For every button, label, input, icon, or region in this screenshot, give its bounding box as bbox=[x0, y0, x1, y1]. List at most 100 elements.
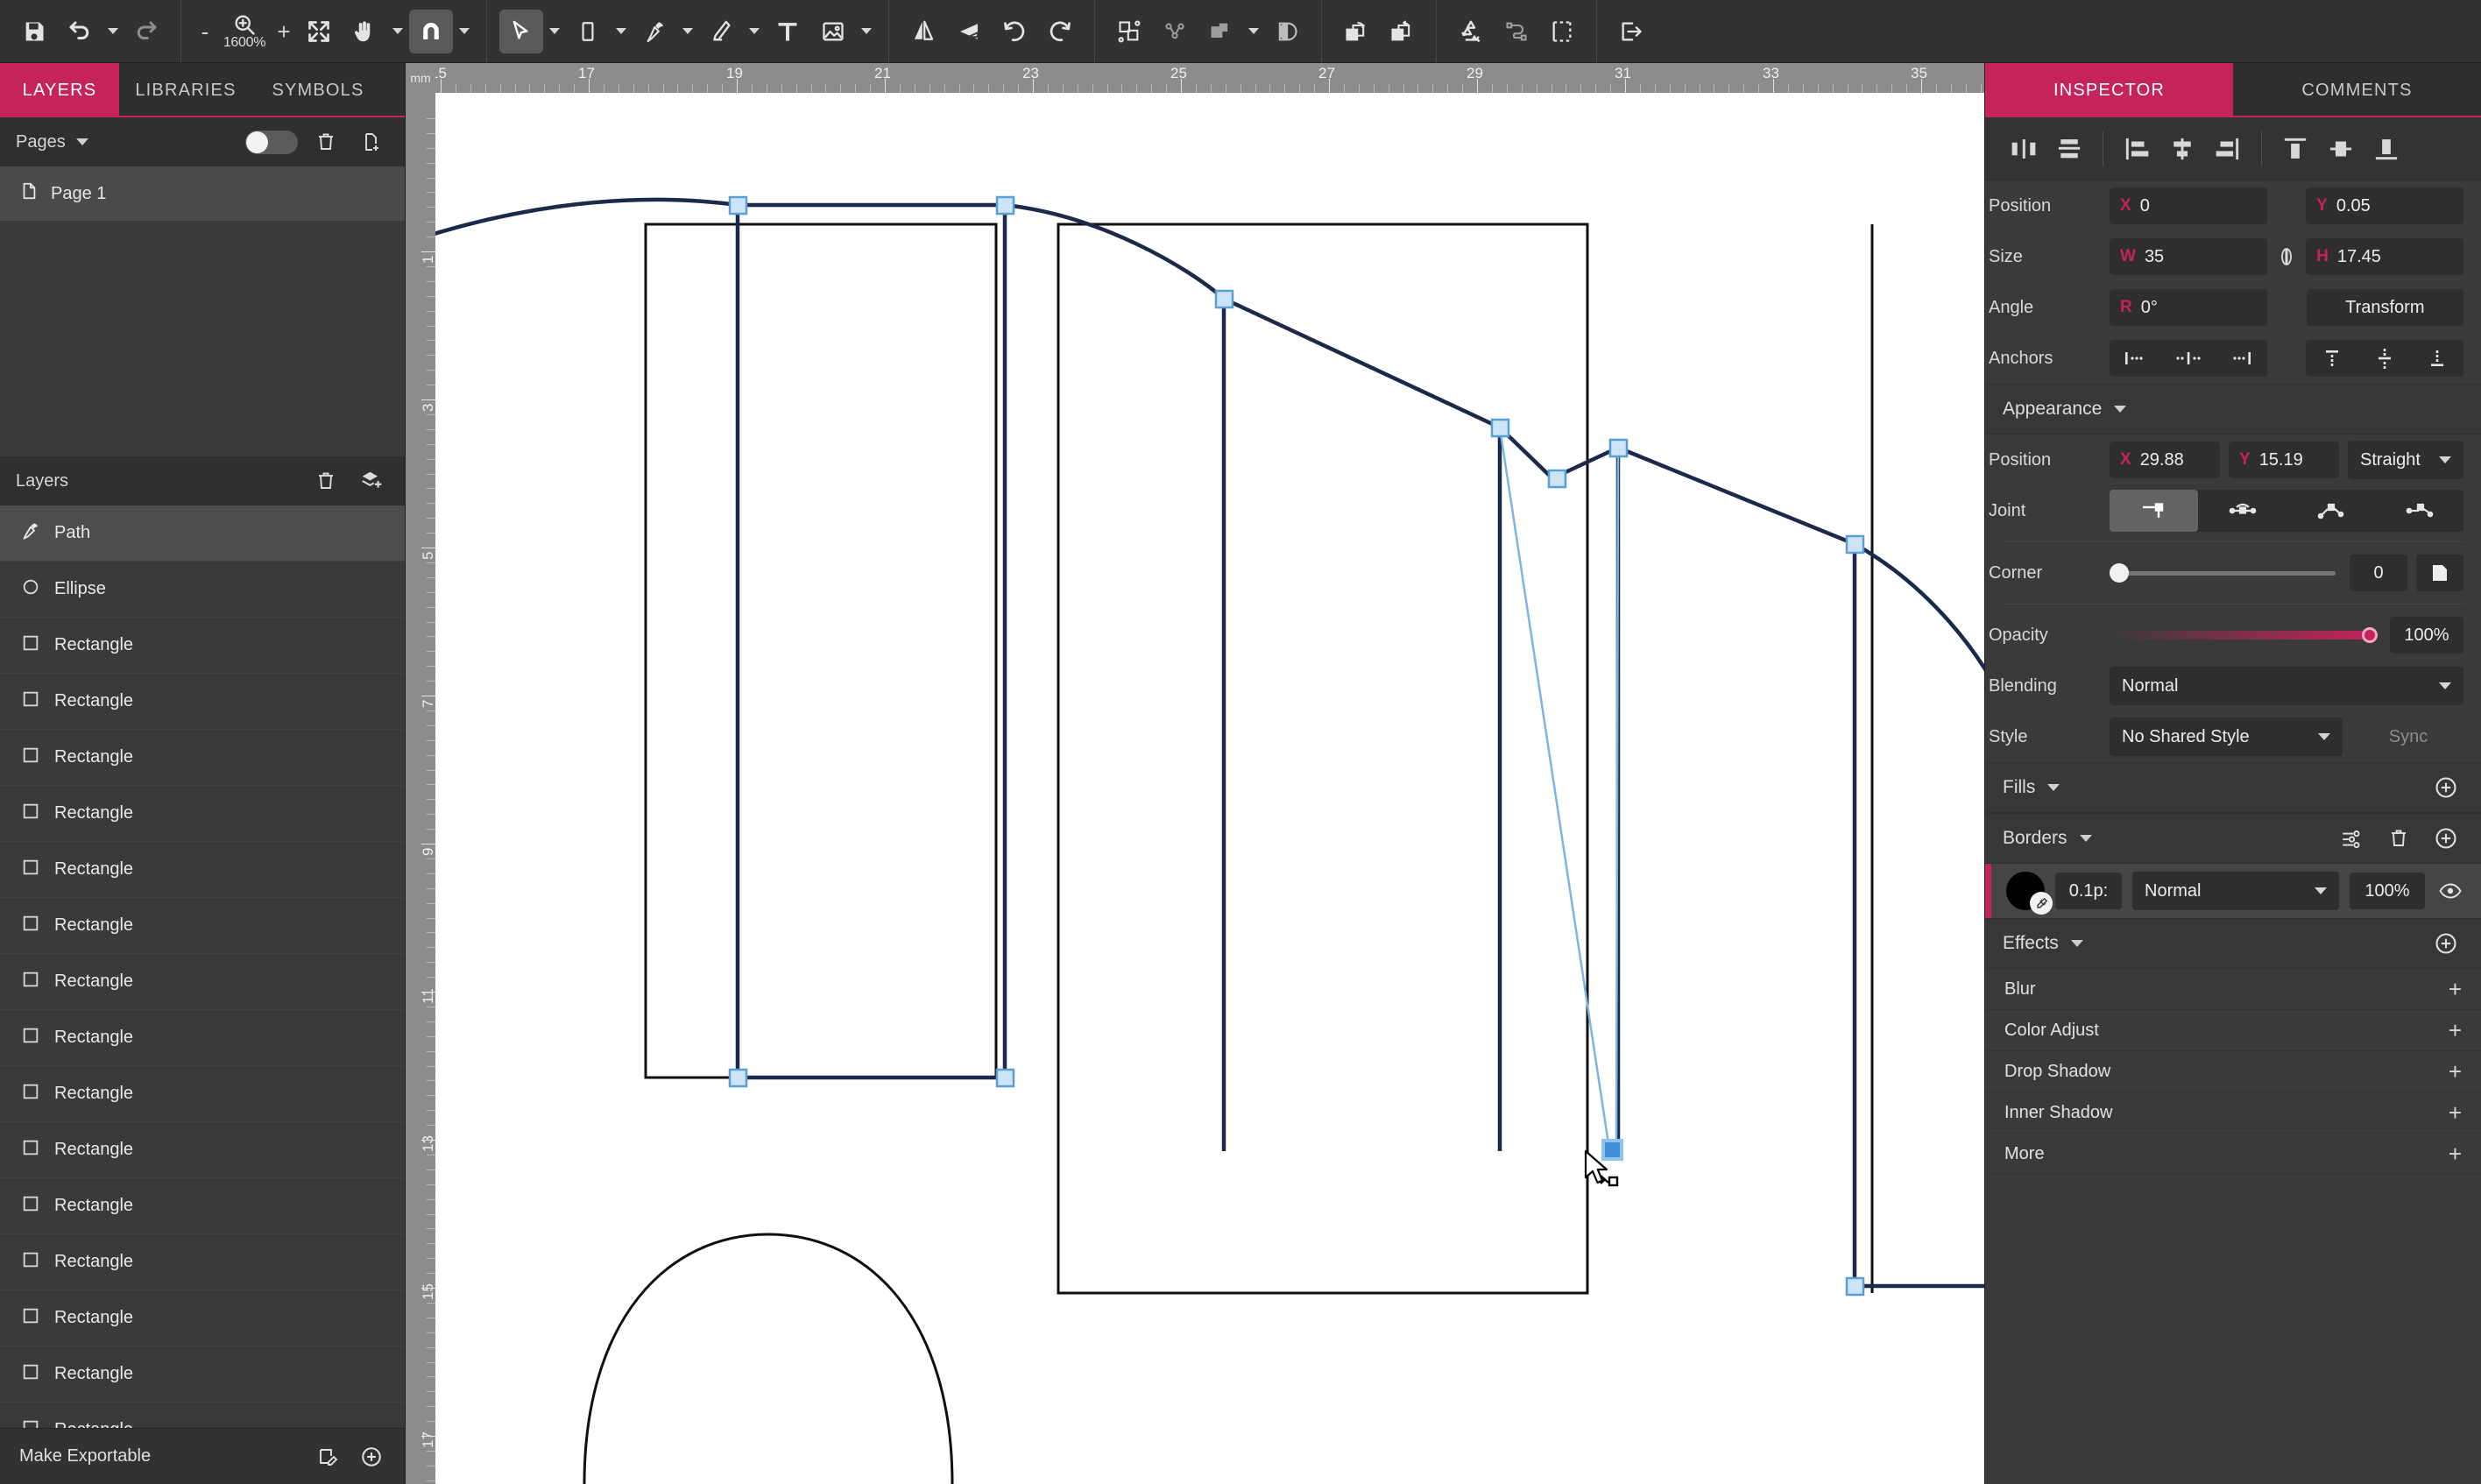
export-icon[interactable] bbox=[1609, 10, 1653, 53]
add-layer-icon[interactable] bbox=[354, 463, 389, 498]
tab-symbols[interactable]: SYMBOLS bbox=[252, 63, 384, 117]
add-page-icon[interactable] bbox=[354, 124, 389, 159]
opacity-value-input[interactable]: 100% bbox=[2390, 617, 2463, 654]
group-icon[interactable] bbox=[1107, 10, 1151, 53]
add-effect-icon[interactable] bbox=[2428, 926, 2463, 961]
align-right-icon[interactable] bbox=[2205, 126, 2251, 172]
anchor-right-icon[interactable] bbox=[2216, 340, 2267, 377]
point-y-input[interactable]: Y 15.19 bbox=[2229, 442, 2339, 478]
ruler-unit-label[interactable]: mm bbox=[406, 63, 435, 93]
artboard[interactable] bbox=[435, 93, 1984, 1484]
effects-chevron-down-icon[interactable] bbox=[2070, 940, 2083, 947]
rectangle-tool-icon[interactable] bbox=[566, 10, 610, 53]
effect-row-more[interactable]: More + bbox=[1985, 1134, 2481, 1175]
snapping-magnet-icon[interactable] bbox=[409, 9, 453, 53]
vectorize-path-icon[interactable] bbox=[1495, 10, 1538, 53]
save-icon[interactable] bbox=[12, 10, 56, 53]
joint-straight-icon[interactable] bbox=[2110, 490, 2198, 532]
opacity-slider-knob[interactable] bbox=[2362, 627, 2378, 643]
blending-dropdown[interactable]: Normal bbox=[2110, 667, 2463, 705]
anchor-point[interactable] bbox=[728, 195, 748, 216]
layer-row-path[interactable]: Path bbox=[0, 505, 405, 562]
joint-asymmetric-icon[interactable] bbox=[2375, 490, 2463, 532]
effect-row-drop-shadow[interactable]: Drop Shadow + bbox=[1985, 1051, 2481, 1092]
union-shapes-icon[interactable] bbox=[1449, 10, 1493, 53]
anchor-vertical-center-icon[interactable] bbox=[2358, 340, 2411, 377]
layer-row-rectangle[interactable]: Rectangle bbox=[0, 1122, 405, 1179]
effect-row-blur[interactable]: Blur + bbox=[1985, 969, 2481, 1010]
border-blend-dropdown[interactable]: Normal bbox=[2132, 872, 2339, 910]
hand-tool-chevron-down-icon[interactable] bbox=[388, 10, 407, 53]
layer-row-rectangle[interactable]: Rectangle bbox=[0, 1178, 405, 1235]
tab-layers[interactable]: LAYERS bbox=[0, 63, 119, 117]
undo-icon[interactable] bbox=[58, 10, 102, 53]
joint-mirrored-icon[interactable] bbox=[2198, 490, 2287, 532]
image-tool-icon[interactable] bbox=[811, 10, 855, 53]
align-left-icon[interactable] bbox=[2114, 126, 2159, 172]
selected-path-outline[interactable] bbox=[435, 197, 1984, 724]
vertical-ruler[interactable]: 1 3 5 7 9 11 13 15 17 bbox=[406, 63, 435, 1484]
layer-row-rectangle[interactable]: Rectangle bbox=[0, 1403, 405, 1429]
add-more-plus-icon[interactable]: + bbox=[2449, 1142, 2462, 1165]
tab-inspector[interactable]: INSPECTOR bbox=[1985, 63, 2233, 117]
anchor-point-selected[interactable] bbox=[1601, 1139, 1623, 1161]
layer-row-rectangle[interactable]: Rectangle bbox=[0, 786, 405, 843]
tab-libraries[interactable]: LIBRARIES bbox=[119, 63, 252, 117]
position-x-input[interactable]: X 0 bbox=[2110, 187, 2267, 224]
hand-tool-icon[interactable] bbox=[343, 10, 386, 53]
layer-row-rectangle[interactable]: Rectangle bbox=[0, 898, 405, 955]
angle-input[interactable]: R 0° bbox=[2110, 289, 2268, 326]
corner-value-input[interactable]: 0 bbox=[2350, 555, 2407, 591]
anchor-point[interactable] bbox=[995, 1068, 1015, 1088]
align-middle-vertical-icon[interactable] bbox=[2318, 126, 2364, 172]
canvas-area[interactable]: 15 17 19 21 23 25 27 29 31 33 35 1 3 5 7 9 11 13 15 17 mm bbox=[406, 63, 1984, 1484]
add-blur-plus-icon[interactable]: + bbox=[2449, 978, 2462, 1000]
effect-row-color-adjust[interactable]: Color Adjust + bbox=[1985, 1010, 2481, 1051]
fills-chevron-down-icon[interactable] bbox=[2047, 784, 2060, 791]
pencil-tool-chevron-down-icon[interactable] bbox=[745, 10, 764, 53]
opacity-slider[interactable] bbox=[2110, 627, 2378, 643]
tab-comments[interactable]: COMMENTS bbox=[2233, 63, 2481, 117]
distribute-horizontally-icon[interactable] bbox=[2001, 126, 2046, 172]
horizontal-ruler[interactable]: 15 17 19 21 23 25 27 29 31 33 35 bbox=[406, 63, 1984, 93]
anchor-point[interactable] bbox=[1608, 438, 1629, 458]
sync-style-button[interactable]: Sync bbox=[2353, 727, 2463, 747]
delete-border-trash-icon[interactable] bbox=[2381, 821, 2416, 856]
layer-row-rectangle[interactable]: Rectangle bbox=[0, 618, 405, 675]
ungroup-icon[interactable] bbox=[1153, 10, 1197, 53]
border-width-input[interactable]: 0.1p: bbox=[2055, 873, 2122, 909]
layer-row-rectangle[interactable]: Rectangle bbox=[0, 674, 405, 731]
rotate-counterclockwise-icon[interactable] bbox=[993, 10, 1036, 53]
transform-button[interactable]: Transform bbox=[2306, 289, 2463, 326]
anchor-point[interactable] bbox=[1845, 534, 1865, 555]
anchor-point[interactable] bbox=[1547, 469, 1567, 489]
position-y-input[interactable]: Y 0.05 bbox=[2306, 187, 2464, 224]
select-tool-icon[interactable] bbox=[499, 9, 543, 53]
undo-history-chevron-down-icon[interactable] bbox=[103, 10, 123, 53]
send-backward-icon[interactable] bbox=[1380, 10, 1424, 53]
joint-disconnected-icon[interactable] bbox=[2287, 490, 2375, 532]
point-x-input[interactable]: X 29.88 bbox=[2110, 442, 2220, 478]
export-slice-icon[interactable] bbox=[310, 1439, 345, 1474]
layer-row-rectangle[interactable]: Rectangle bbox=[0, 842, 405, 899]
selection-frame-icon[interactable] bbox=[1540, 10, 1584, 53]
rotate-clockwise-icon[interactable] bbox=[1038, 10, 1082, 53]
select-tool-chevron-down-icon[interactable] bbox=[545, 10, 564, 53]
border-opacity-input[interactable]: 100% bbox=[2350, 873, 2425, 909]
anchor-top-icon[interactable] bbox=[2306, 340, 2358, 377]
distribute-vertically-icon[interactable] bbox=[2046, 126, 2092, 172]
layer-row-rectangle[interactable]: Rectangle bbox=[0, 1010, 405, 1067]
link-proportions-icon[interactable] bbox=[2267, 245, 2306, 268]
layer-row-rectangle[interactable]: Rectangle bbox=[0, 730, 405, 787]
boolean-chevron-down-icon[interactable] bbox=[1244, 10, 1263, 53]
layer-row-rectangle[interactable]: Rectangle bbox=[0, 1346, 405, 1403]
anchor-point[interactable] bbox=[728, 1068, 748, 1088]
layer-row-rectangle[interactable]: Rectangle bbox=[0, 1290, 405, 1347]
layer-row-rectangle[interactable]: Rectangle bbox=[0, 1234, 405, 1291]
align-bottom-icon[interactable] bbox=[2364, 126, 2409, 172]
align-center-horizontal-icon[interactable] bbox=[2159, 126, 2205, 172]
zoom-out-button[interactable]: - bbox=[194, 20, 216, 43]
add-color-adjust-plus-icon[interactable]: + bbox=[2449, 1019, 2462, 1042]
border-color-swatch[interactable] bbox=[2006, 872, 2053, 915]
point-type-dropdown[interactable]: Straight bbox=[2348, 441, 2463, 479]
